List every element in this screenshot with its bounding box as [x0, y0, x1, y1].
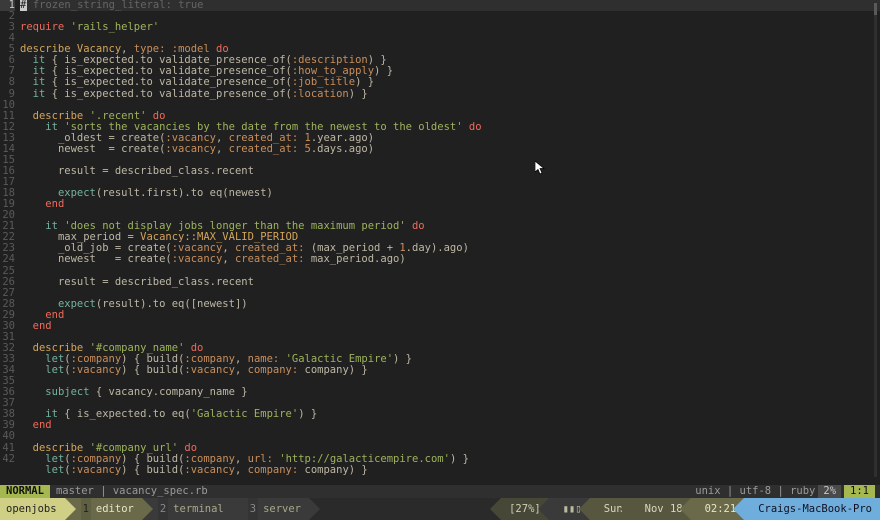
code-line[interactable]: newest = create(:vacancy, created_at: ma… — [20, 254, 880, 265]
code-line[interactable]: subject { vacancy.company_name } — [20, 387, 880, 398]
editor-pane[interactable]: 1234567891011121314151617181920212223242… — [0, 0, 880, 485]
code-line[interactable]: expect(result).to eq([newest]) — [20, 299, 880, 310]
tmux-window-index: 1 — [81, 498, 91, 520]
status-file-info: master | vacancy_spec.rb — [50, 485, 214, 498]
code-line[interactable]: end — [20, 321, 880, 332]
line-number: 8 — [0, 77, 15, 88]
tmux-window-name: editor — [96, 498, 134, 520]
code-line[interactable]: end — [20, 420, 880, 431]
tmux-window-editor[interactable]: 1editor — [65, 498, 142, 520]
line-number: 10 — [0, 100, 15, 111]
line-number-gutter: 1234567891011121314151617181920212223242… — [0, 0, 18, 485]
code-line[interactable]: it { is_expected.to eq('Galactic Empire'… — [20, 409, 880, 420]
tmux-window-name: server — [263, 498, 301, 520]
tmux-hostname: Craigs-MacBook-Pro — [744, 498, 880, 520]
scrollbar-thumb[interactable] — [874, 3, 877, 15]
code-line[interactable]: require 'rails_helper' — [20, 22, 880, 33]
tmux-window-index: 2 — [158, 498, 168, 520]
status-percent: 2% — [818, 485, 841, 498]
code-line[interactable]: expect(result.first).to eq(newest) — [20, 188, 880, 199]
vim-mode-indicator: NORMAL — [0, 485, 50, 498]
code-line[interactable]: end — [20, 199, 880, 210]
line-number: 40 — [0, 431, 15, 442]
line-number: 9 — [0, 89, 15, 100]
line-number: 26 — [0, 277, 15, 288]
code-line[interactable]: result = described_class.recent — [20, 166, 880, 177]
code-line[interactable]: end — [20, 310, 880, 321]
scrollbar-track — [874, 3, 877, 477]
code-line[interactable]: it { is_expected.to validate_presence_of… — [20, 89, 880, 100]
tmux-status-line: openjobs 1editor2terminal3server [27%] ▮… — [0, 498, 880, 520]
status-right: unix | utf-8 | ruby 2% 1:1 — [695, 485, 880, 498]
vim-status-line: NORMAL master | vacancy_spec.rb unix | u… — [0, 485, 880, 498]
line-number: 24 — [0, 254, 15, 265]
line-number: 41 — [0, 443, 15, 454]
code-line[interactable]: let(:vacancy) { build(:vacancy, company:… — [20, 365, 880, 376]
git-branch: master — [56, 485, 94, 497]
tmux-session-name[interactable]: openjobs — [0, 498, 65, 520]
code-line[interactable]: newest = create(:vacancy, created_at: 5.… — [20, 144, 880, 155]
code-line[interactable] — [20, 100, 880, 111]
tmux-window-terminal[interactable]: 2terminal — [142, 498, 232, 520]
tmux-window-index: 3 — [248, 498, 258, 520]
code-line[interactable]: result = described_class.recent — [20, 277, 880, 288]
status-filename: vacancy_spec.rb — [113, 485, 208, 497]
tmux-window-server[interactable]: 3server — [232, 498, 309, 520]
code-line[interactable]: # frozen_string_literal: true — [20, 0, 880, 11]
status-encoding: unix | utf-8 | ruby — [695, 485, 815, 498]
code-line[interactable]: let(:vacancy) { build(:vacancy, company:… — [20, 465, 880, 476]
tmux-window-name: terminal — [173, 498, 224, 520]
status-separator: | — [100, 485, 113, 497]
line-number: 25 — [0, 266, 15, 277]
code-area[interactable]: # frozen_string_literal: true require 'ra… — [18, 0, 880, 485]
line-number: 42 — [0, 454, 15, 465]
status-position: 1:1 — [844, 485, 875, 498]
